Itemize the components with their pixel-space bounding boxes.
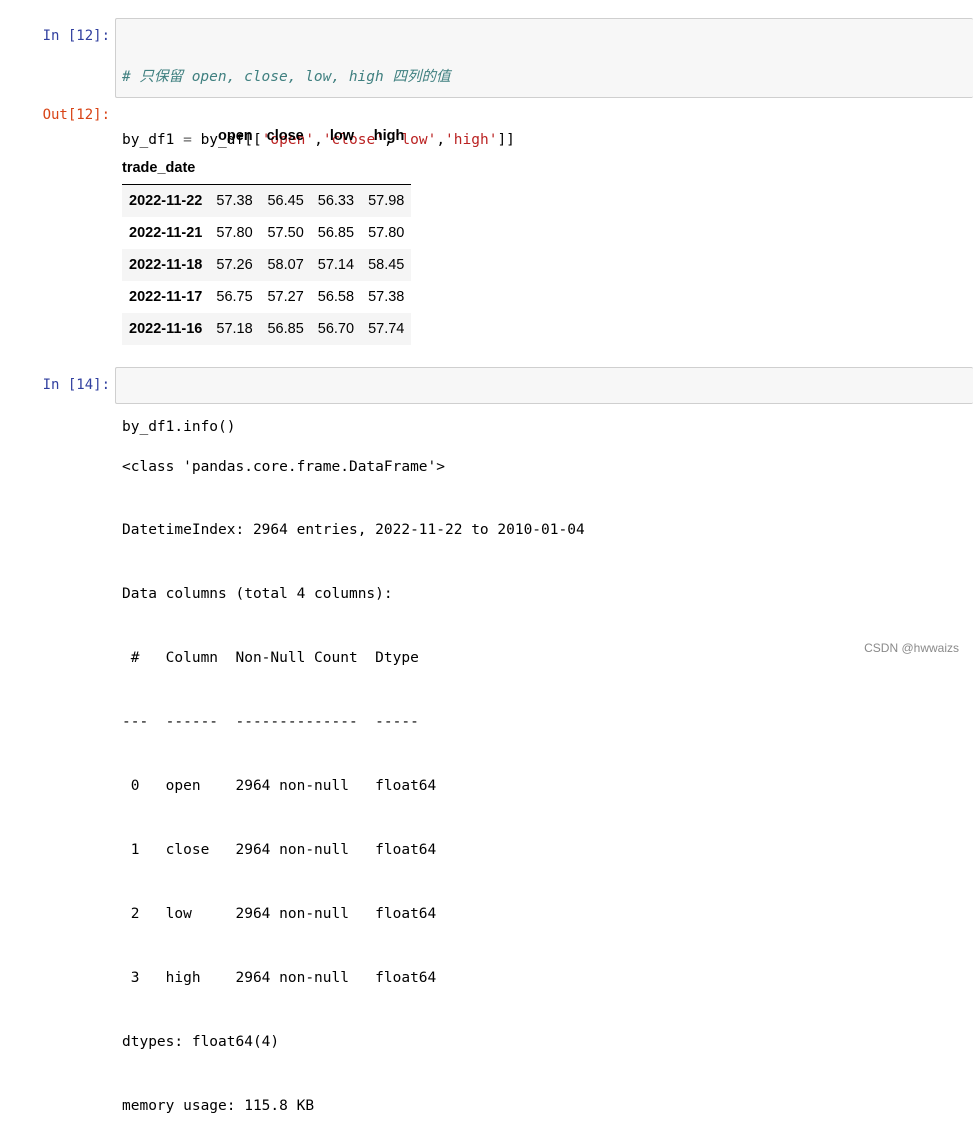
- column-header-open: open: [218, 128, 253, 144]
- code-string: 'high': [445, 132, 498, 148]
- empty-header-cell: [311, 152, 361, 185]
- cell-open: 57.38: [216, 193, 253, 209]
- cell-open: 57.26: [216, 257, 253, 273]
- column-header-high: high: [373, 128, 405, 144]
- cell-close: 58.07: [267, 257, 304, 273]
- cell-low: 56.58: [317, 289, 355, 305]
- output-line: Data columns (total 4 columns):: [122, 586, 393, 603]
- table-row: 2022-11-17 56.75 57.27 56.58 57.38: [122, 281, 411, 313]
- cell-low: 56.85: [317, 225, 355, 241]
- table-row: 2022-11-21 57.80 57.50 56.85 57.80: [122, 217, 411, 249]
- cell-1-code-editor[interactable]: # 只保留 open, close, low, high 四列的值 by_df1…: [115, 18, 973, 211]
- code-token: ,: [436, 132, 446, 148]
- row-index: 2022-11-21: [129, 225, 203, 241]
- watermark: CSDN @hwwaizs: [864, 641, 959, 655]
- output-line: 3 high 2964 non-null float64: [122, 969, 437, 986]
- cell-close: 56.85: [267, 321, 304, 337]
- output-line: memory usage: 115.8 KB: [122, 1097, 315, 1114]
- output-line: # Column Non-Null Count Dtype: [122, 650, 437, 667]
- cell-low: 56.33: [317, 193, 355, 209]
- table-row: 2022-11-16 57.18 56.85 56.70 57.74: [122, 313, 412, 345]
- output-line: --- ------ -------------- -----: [122, 714, 437, 731]
- output-line: DatetimeIndex: 2964 entries, 2022-11-22 …: [122, 522, 585, 539]
- output-line: <class 'pandas.core.frame.DataFrame'>: [122, 458, 446, 475]
- index-name-row: trade_date: [122, 152, 412, 185]
- column-header-close: close: [266, 128, 304, 144]
- column-header-low: low: [329, 128, 355, 144]
- cell-1-input-prompt: In [12]:: [42, 28, 110, 44]
- cell-high: 57.98: [368, 193, 405, 209]
- cell-open: 57.80: [216, 225, 253, 241]
- empty-header-cell: [260, 152, 311, 185]
- row-index: 2022-11-16: [129, 321, 203, 337]
- output-line: dtypes: float64(4): [122, 1033, 280, 1050]
- empty-header-cell: [361, 152, 411, 185]
- row-index: 2022-11-22: [129, 193, 203, 209]
- output-line: 2 low 2964 non-null float64: [122, 905, 437, 922]
- cell-high: 57.80: [368, 225, 405, 241]
- cell-high: 57.74: [368, 321, 405, 337]
- cell-2-input-prompt: In [14]:: [42, 377, 110, 393]
- index-name: trade_date: [122, 160, 196, 176]
- code-token: ]]: [497, 132, 515, 148]
- code-line-1: # 只保留 open, close, low, high 四列的值: [122, 67, 515, 88]
- cell-high: 57.38: [368, 289, 405, 305]
- cell-2-output-text: <class 'pandas.core.frame.DataFrame'> Da…: [122, 414, 585, 1138]
- output-line: 0 open 2964 non-null float64: [122, 778, 437, 795]
- cell-open: 57.18: [216, 321, 253, 337]
- table-header-row: open close low high: [122, 120, 411, 152]
- row-index: 2022-11-17: [129, 289, 203, 305]
- cell-close: 56.45: [267, 193, 304, 209]
- empty-header-cell: [209, 152, 259, 185]
- cell-high: 58.45: [368, 257, 405, 273]
- code-comment: # 只保留 open, close, low, high 四列的值: [122, 69, 451, 85]
- cell-1-output-prompt: Out[12]:: [42, 107, 110, 123]
- row-index: 2022-11-18: [129, 257, 203, 273]
- table-row: 2022-11-22 57.38 56.45 56.33 57.98: [122, 184, 412, 217]
- cell-low: 57.14: [317, 257, 355, 273]
- cell-low: 56.70: [317, 321, 355, 337]
- cell-close: 57.27: [267, 289, 304, 305]
- table-row: 2022-11-18 57.26 58.07 57.14 58.45: [122, 249, 412, 281]
- table-corner: [122, 120, 209, 152]
- dataframe-table: open close low high trade_date 2022-11-2…: [122, 120, 412, 345]
- cell-close: 57.50: [267, 225, 304, 241]
- output-line: 1 close 2964 non-null float64: [122, 841, 437, 858]
- cell-open: 56.75: [216, 289, 253, 305]
- cell-2-code-editor[interactable]: by_df1.info(): [115, 367, 973, 435]
